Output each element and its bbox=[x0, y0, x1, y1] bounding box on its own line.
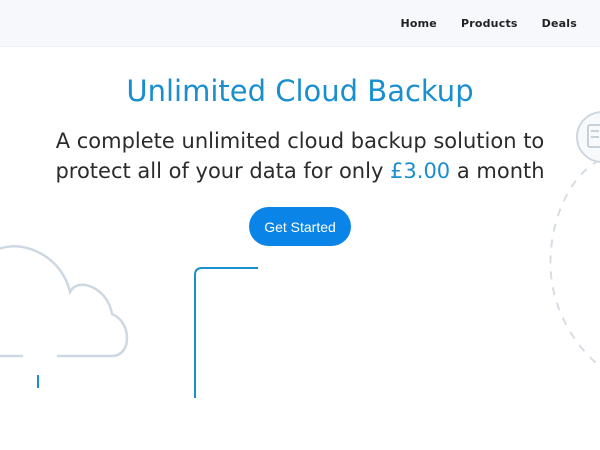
hero-illustration bbox=[0, 111, 600, 398]
server-icon bbox=[576, 111, 600, 163]
cloud-icon bbox=[0, 245, 129, 358]
dashed-orbit bbox=[549, 159, 600, 367]
corner-line bbox=[194, 267, 258, 398]
